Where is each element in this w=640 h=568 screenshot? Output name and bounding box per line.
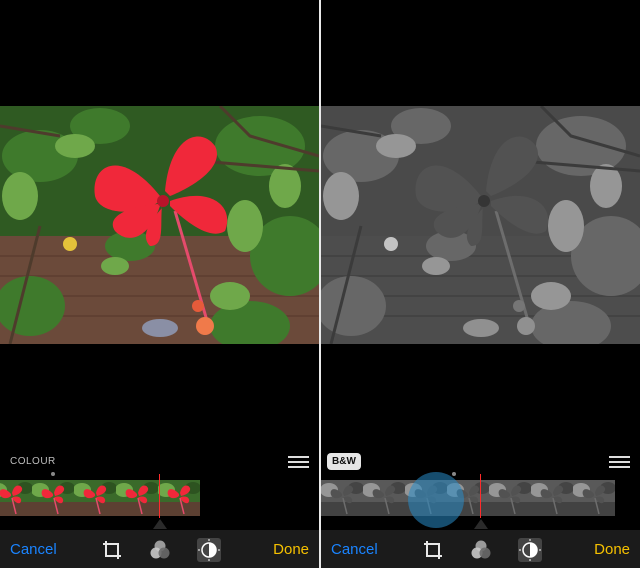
filter-name-label: COLOUR [10,456,56,467]
filter-thumbnail[interactable] [531,480,573,516]
filter-thumbnail[interactable] [74,480,116,516]
filter-thumbnail[interactable] [32,480,74,516]
filter-thumbnail[interactable] [158,480,200,516]
cancel-button[interactable]: Cancel [331,541,378,558]
strip-position-dot [51,472,55,476]
filter-thumbnail[interactable] [489,480,531,516]
crop-icon[interactable] [100,538,124,562]
selected-filter-indicator [159,474,160,518]
bw-editor-pane: B&W Cancel Done [321,0,640,568]
done-button[interactable]: Done [594,541,630,558]
crop-icon[interactable] [421,538,445,562]
filter-thumbnail[interactable] [363,480,405,516]
filter-list-icon[interactable] [289,456,309,469]
photo-preview-bw [321,106,640,344]
watermark-logo [408,472,464,528]
filter-name-badge: B&W [327,453,361,470]
filter-thumbnail[interactable] [116,480,158,516]
filter-thumbnail[interactable] [321,480,363,516]
filters-icon[interactable] [469,538,493,562]
filter-thumbnail[interactable] [573,480,615,516]
photo-preview-colour [0,106,319,344]
filter-thumbnail[interactable] [0,480,32,516]
strip-position-dot [452,472,456,476]
edit-toolbar: Cancel Done [321,530,640,568]
adjust-icon[interactable] [197,538,221,562]
done-button[interactable]: Done [273,541,309,558]
selection-caret [153,519,167,529]
filters-icon[interactable] [148,538,172,562]
colour-editor-pane: COLOUR Cancel Done [0,0,319,568]
cancel-button[interactable]: Cancel [10,541,57,558]
filter-strip[interactable] [321,480,615,516]
filter-list-icon[interactable] [610,456,630,469]
selected-filter-indicator [480,474,481,518]
selection-caret [474,519,488,529]
adjust-icon[interactable] [518,538,542,562]
edit-toolbar: Cancel Done [0,530,319,568]
filter-strip[interactable] [0,480,200,516]
